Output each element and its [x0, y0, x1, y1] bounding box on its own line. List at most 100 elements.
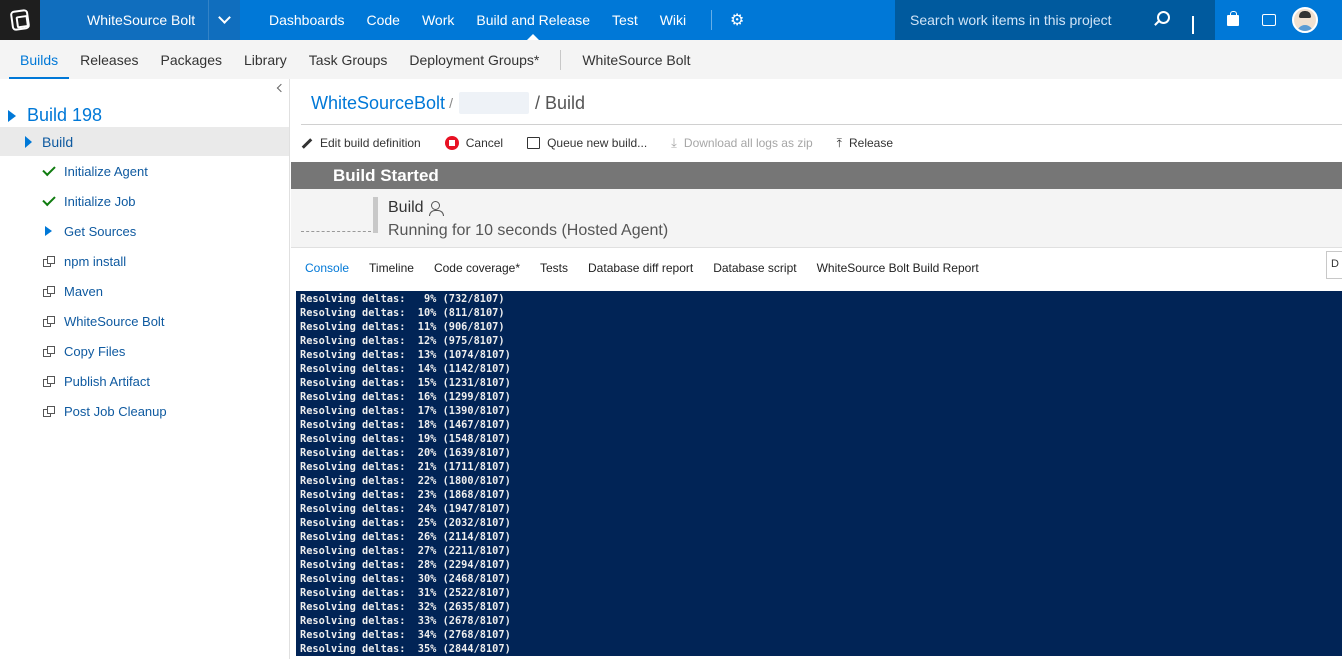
log-line: Resolving deltas: 34% (2768/8107)	[300, 629, 511, 641]
timeline-connector	[301, 231, 371, 232]
queue-new-build-button[interactable]: Queue new build...	[527, 136, 647, 150]
build-step-label: Copy Files	[64, 343, 126, 359]
pending-icon	[42, 285, 55, 297]
tab-whitesource-bolt[interactable]: WhiteSource Bolt	[571, 40, 701, 79]
queue-label: Queue new build...	[547, 136, 648, 150]
gear-icon[interactable]: ⚙	[722, 0, 752, 40]
build-step-label: Publish Artifact	[64, 373, 150, 389]
build-step[interactable]: Get Sources	[42, 216, 136, 246]
edit-build-definition-button[interactable]: Edit build definition	[301, 136, 421, 150]
hub-test[interactable]: Test	[601, 0, 649, 40]
console-log[interactable]: Resolving deltas: 9% (732/8107) Resolving…	[296, 291, 1342, 656]
redacted-text	[458, 92, 529, 114]
build-step[interactable]: Initialize Job	[41, 186, 136, 216]
build-steps-panel: Build 198 Build Initialize Agent Initiali…	[0, 79, 290, 659]
hub-wiki[interactable]: Wiki	[649, 0, 697, 40]
marketplace-icon[interactable]	[1215, 0, 1251, 40]
chevron-down-icon[interactable]	[1192, 16, 1194, 34]
search-input[interactable]: Search work items in this project	[895, 0, 1215, 40]
log-line: Resolving deltas: 35% (2844/8107)	[300, 643, 511, 655]
hub-dashboards[interactable]: Dashboards	[258, 0, 356, 40]
pending-icon	[42, 375, 55, 387]
chevron-left-icon[interactable]	[275, 83, 285, 93]
release-button[interactable]: ⤒ Release	[837, 136, 893, 151]
tab-deployment-groups[interactable]: Deployment Groups*	[398, 40, 550, 79]
running-icon	[42, 226, 55, 236]
build-step[interactable]: Copy Files	[42, 336, 125, 366]
expand-icon[interactable]	[25, 135, 32, 148]
log-line: Resolving deltas: 16% (1299/8107)	[300, 391, 511, 403]
tab-code-coverage[interactable]: Code coverage*	[434, 261, 520, 275]
tab-releases[interactable]: Releases	[69, 40, 149, 79]
summary-subtitle: Running for 10 seconds (Hosted Agent)	[388, 222, 669, 239]
build-step[interactable]: Post Job Cleanup	[42, 396, 167, 426]
build-step[interactable]: Maven	[42, 276, 103, 306]
download-label: Download all logs as zip	[683, 136, 813, 150]
log-line: Resolving deltas: 25% (2032/8107)	[300, 517, 511, 529]
build-title-label: Build 198	[27, 105, 103, 125]
log-line: Resolving deltas: 26% (2114/8107)	[300, 531, 511, 543]
tab-timeline[interactable]: Timeline	[369, 261, 414, 275]
build-toolbar: Edit build definition Cancel Queue new b…	[301, 128, 917, 158]
stop-icon	[444, 136, 459, 150]
pending-icon	[42, 405, 55, 417]
status-bar-indicator	[373, 197, 378, 233]
feedback-icon[interactable]	[1251, 0, 1287, 40]
avatar[interactable]	[1287, 0, 1323, 40]
edit-label: Edit build definition	[320, 136, 421, 150]
tab-task-groups[interactable]: Task Groups	[298, 40, 399, 79]
build-step-label: WhiteSource Bolt	[64, 313, 165, 329]
download-icon: ⤓	[671, 135, 677, 150]
tab-packages[interactable]: Packages	[150, 40, 233, 79]
tab-tests[interactable]: Tests	[540, 261, 568, 275]
check-icon	[41, 192, 56, 206]
log-line: Resolving deltas: 18% (1467/8107)	[300, 419, 511, 431]
tab-whitesource-bolt-report[interactable]: WhiteSource Bolt Build Report	[817, 261, 979, 275]
search-icon[interactable]	[1157, 11, 1170, 24]
log-line: Resolving deltas: 12% (975/8107)	[300, 335, 505, 347]
log-line: Resolving deltas: 21% (1711/8107)	[300, 461, 511, 473]
log-line: Resolving deltas: 23% (1868/8107)	[300, 489, 511, 501]
build-step[interactable]: WhiteSource Bolt	[42, 306, 164, 336]
tab-builds[interactable]: Builds	[9, 40, 70, 79]
pencil-icon	[301, 137, 313, 149]
search-placeholder: Search work items in this project	[910, 12, 1112, 28]
tab-database-script[interactable]: Database script	[713, 261, 796, 275]
log-line: Resolving deltas: 24% (1947/8107)	[300, 503, 511, 515]
check-icon	[41, 162, 56, 176]
tab-database-diff-report[interactable]: Database diff report	[588, 261, 693, 275]
cancel-button[interactable]: Cancel	[444, 136, 504, 150]
overflow-button[interactable]: D	[1326, 251, 1342, 279]
log-line: Resolving deltas: 10% (811/8107)	[300, 307, 505, 319]
log-line: Resolving deltas: 32% (2635/8107)	[300, 601, 511, 613]
log-line: Resolving deltas: 30% (2468/8107)	[300, 573, 511, 585]
build-step[interactable]: npm install	[42, 246, 126, 276]
log-line: Resolving deltas: 14% (1142/8107)	[300, 363, 511, 375]
hub-code[interactable]: Code	[356, 0, 411, 40]
build-step-label: npm install	[64, 253, 127, 269]
vsts-logo-icon[interactable]	[0, 0, 40, 40]
breadcrumb: WhiteSourceBolt / / Build	[311, 92, 585, 114]
divider	[711, 10, 713, 30]
build-step-label: Get Sources	[64, 223, 137, 239]
cancel-label: Cancel	[465, 136, 504, 150]
expand-icon[interactable]	[8, 109, 16, 122]
hub-work[interactable]: Work	[411, 0, 465, 40]
build-step[interactable]: Initialize Agent	[41, 156, 148, 186]
project-selector[interactable]: WhiteSource Bolt	[40, 0, 240, 40]
tab-library[interactable]: Library	[233, 40, 298, 79]
tree-item-build[interactable]: Build	[0, 127, 289, 156]
breadcrumb-definition-link[interactable]: WhiteSourceBolt	[311, 93, 445, 114]
build-step[interactable]: Publish Artifact	[42, 366, 150, 396]
divider	[301, 124, 1342, 125]
tab-console[interactable]: Console	[305, 261, 349, 275]
log-line: Resolving deltas: 11% (906/8107)	[300, 321, 505, 333]
release-label: Release	[848, 136, 894, 150]
log-tabs: Console Timeline Code coverage* Tests Da…	[291, 249, 1342, 287]
build-title[interactable]: Build 198	[8, 105, 102, 126]
queue-icon	[527, 137, 541, 149]
hub-build-and-release[interactable]: Build and Release	[465, 0, 601, 40]
download-logs-button[interactable]: ⤓ Download all logs as zip	[671, 135, 813, 151]
log-line: Resolving deltas: 27% (2211/8107)	[300, 545, 511, 557]
chevron-down-icon[interactable]	[208, 0, 240, 40]
